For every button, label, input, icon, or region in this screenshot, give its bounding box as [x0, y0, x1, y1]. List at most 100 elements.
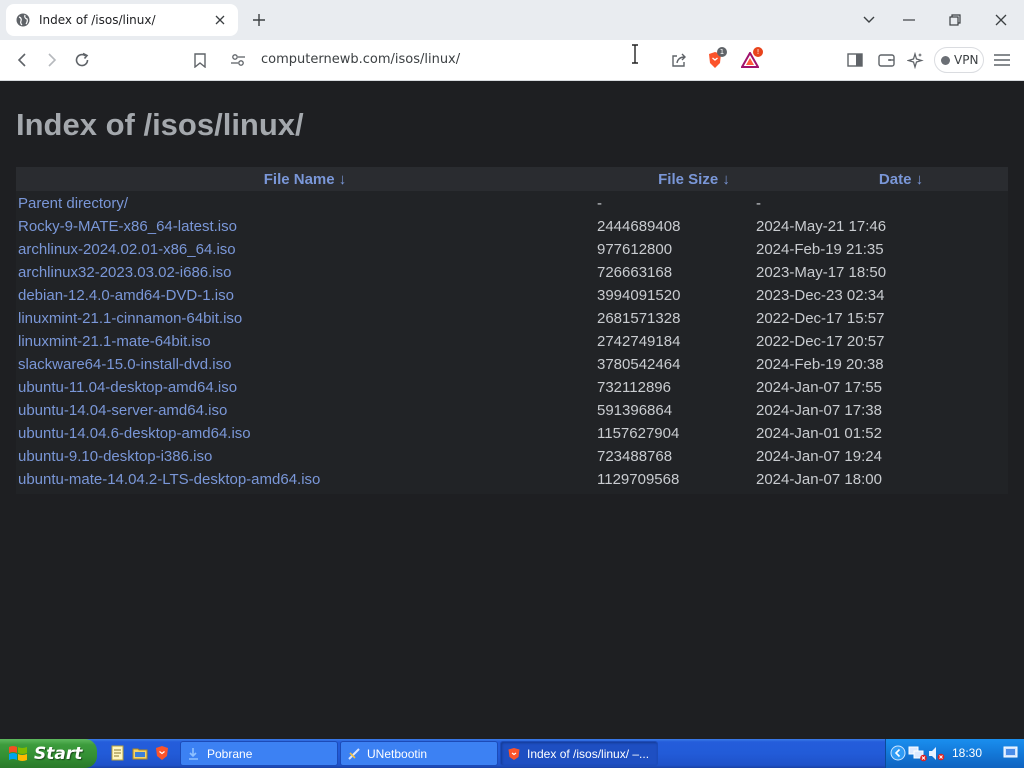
browser-toolbar: computernewb.com/isos/linux/ 1 ! VPN [0, 40, 1024, 81]
sort-by-size-link[interactable]: File Size ↓ [658, 171, 730, 188]
file-link[interactable]: archlinux32-2023.03.02-i686.iso [16, 264, 597, 281]
table-row: archlinux-2024.02.01-x86_64.iso 97761280… [16, 238, 1008, 261]
tray-collapse-icon[interactable] [890, 745, 906, 761]
start-button[interactable]: Start [0, 739, 97, 768]
menu-icon[interactable] [992, 50, 1012, 70]
tab-search-chevron-icon[interactable] [859, 10, 879, 30]
sidebar-icon[interactable] [845, 50, 865, 70]
file-date: 2024-Jan-07 17:55 [756, 379, 882, 396]
back-icon[interactable] [12, 50, 32, 70]
address-bar[interactable]: computernewb.com/isos/linux/ [222, 45, 778, 75]
unetbootin-icon [348, 747, 360, 760]
table-row: linuxmint-21.1-mate-64bit.iso 2742749184… [16, 330, 1008, 353]
table-row: linuxmint-21.1-cinnamon-64bit.iso 268157… [16, 307, 1008, 330]
task-label: Pobrane [207, 746, 253, 761]
reload-icon[interactable] [72, 50, 92, 70]
table-row: ubuntu-14.04.6-desktop-amd64.iso 1157627… [16, 422, 1008, 445]
file-date: 2024-May-21 17:46 [756, 218, 887, 235]
share-icon[interactable] [669, 50, 689, 70]
task-label: UNetbootin [367, 746, 428, 761]
system-tray: 18:30 [885, 739, 1024, 768]
file-size: 726663168 [597, 264, 673, 281]
taskbar-task-browser[interactable]: Index of /isos/linux/ –... [500, 741, 658, 766]
file-date: 2024-Feb-19 20:38 [756, 356, 884, 373]
file-size: - [597, 195, 602, 212]
vpn-button[interactable]: VPN [934, 47, 984, 73]
table-row: ubuntu-11.04-desktop-amd64.iso 732112896… [16, 376, 1008, 399]
rewards-alert-badge: ! [753, 47, 763, 57]
explorer-quicklaunch-icon[interactable] [132, 745, 148, 761]
tray-app-icon[interactable] [1003, 745, 1019, 761]
file-date: 2023-May-17 18:50 [756, 264, 887, 281]
url-text: computernewb.com/isos/linux/ [261, 52, 461, 67]
file-size: 732112896 [597, 379, 671, 396]
sort-by-name-link[interactable]: File Name ↓ [264, 171, 347, 188]
site-settings-icon[interactable] [230, 52, 246, 68]
file-size: 3994091520 [597, 287, 681, 304]
tab-close-icon[interactable] [212, 12, 228, 28]
file-size: 977612800 [597, 241, 673, 258]
file-size: 1129709568 [597, 471, 680, 488]
minimize-icon[interactable] [899, 10, 919, 30]
text-cursor-icon [630, 44, 640, 64]
taskbar-task-pobrane[interactable]: Pobrane [180, 741, 338, 766]
notepad-quicklaunch-icon[interactable] [110, 745, 126, 761]
file-link[interactable]: slackware64-15.0-install-dvd.iso [16, 356, 597, 373]
table-row: ubuntu-14.04-server-amd64.iso 591396864 … [16, 399, 1008, 422]
table-row: Rocky-9-MATE-x86_64-latest.iso 244468940… [16, 215, 1008, 238]
file-size: 2444689408 [597, 218, 681, 235]
file-size: 591396864 [597, 402, 673, 419]
file-link[interactable]: linuxmint-21.1-mate-64bit.iso [16, 333, 597, 350]
globe-icon [16, 13, 30, 27]
file-link[interactable]: debian-12.4.0-amd64-DVD-1.iso [16, 287, 597, 304]
table-row: ubuntu-9.10-desktop-i386.iso 723488768 2… [16, 445, 1008, 468]
file-size: 3780542464 [597, 356, 681, 373]
windows-flag-icon [9, 745, 27, 761]
start-label: Start [34, 743, 83, 764]
file-link[interactable]: ubuntu-14.04.6-desktop-amd64.iso [16, 425, 597, 442]
file-link[interactable]: Rocky-9-MATE-x86_64-latest.iso [16, 218, 597, 235]
file-link[interactable]: ubuntu-11.04-desktop-amd64.iso [16, 379, 597, 396]
page-heading: Index of /isos/linux/ [16, 107, 304, 142]
file-date: - [756, 195, 761, 212]
table-header: File Name ↓ File Size ↓ Date ↓ [16, 167, 1008, 191]
restore-icon[interactable] [945, 10, 965, 30]
file-link[interactable]: ubuntu-mate-14.04.2-LTS-desktop-amd64.is… [16, 471, 597, 488]
bookmark-icon[interactable] [190, 50, 210, 70]
close-window-icon[interactable] [991, 10, 1011, 30]
sort-by-date-link[interactable]: Date ↓ [879, 171, 923, 188]
file-link[interactable]: ubuntu-14.04-server-amd64.iso [16, 402, 597, 419]
volume-muted-icon[interactable] [928, 745, 946, 762]
vpn-status-dot-icon [941, 55, 950, 65]
network-disconnected-icon[interactable] [908, 745, 928, 762]
file-date: 2022-Dec-17 20:57 [756, 333, 885, 350]
file-link[interactable]: linuxmint-21.1-cinnamon-64bit.iso [16, 310, 597, 327]
table-row: Parent directory/ - - [16, 192, 1008, 215]
file-size: 2681571328 [597, 310, 681, 327]
brave-quicklaunch-icon[interactable] [154, 745, 170, 761]
file-link[interactable]: ubuntu-9.10-desktop-i386.iso [16, 448, 597, 465]
task-label: Index of /isos/linux/ –... [527, 746, 650, 761]
directory-listing-table: File Name ↓ File Size ↓ Date ↓ Parent di… [16, 167, 1008, 494]
windows-taskbar: Start Pobrane UNetbootin Index of /isos/… [0, 739, 1024, 768]
taskbar-task-unetbootin[interactable]: UNetbootin [340, 741, 498, 766]
file-date: 2023-Dec-23 02:34 [756, 287, 885, 304]
tab-strip: Index of /isos/linux/ [0, 0, 1024, 40]
file-date: 2022-Dec-17 15:57 [756, 310, 885, 327]
file-date: 2024-Jan-01 01:52 [756, 425, 882, 442]
tab-title: Index of /isos/linux/ [39, 13, 156, 27]
file-date: 2024-Jan-07 17:38 [756, 402, 882, 419]
leo-ai-icon[interactable] [905, 50, 925, 70]
file-link[interactable]: archlinux-2024.02.01-x86_64.iso [16, 241, 597, 258]
shields-count-badge: 1 [717, 47, 727, 57]
browser-tab[interactable]: Index of /isos/linux/ [6, 4, 238, 36]
new-tab-icon[interactable] [250, 11, 268, 29]
forward-icon[interactable] [42, 50, 62, 70]
file-link[interactable]: Parent directory/ [16, 195, 597, 212]
brave-rewards-icon[interactable]: ! [740, 47, 763, 70]
table-row: slackware64-15.0-install-dvd.iso 3780542… [16, 353, 1008, 376]
wallet-icon[interactable] [876, 50, 896, 70]
vpn-label: VPN [954, 53, 979, 67]
brave-shields-icon[interactable]: 1 [705, 47, 727, 70]
brave-icon [508, 747, 520, 760]
